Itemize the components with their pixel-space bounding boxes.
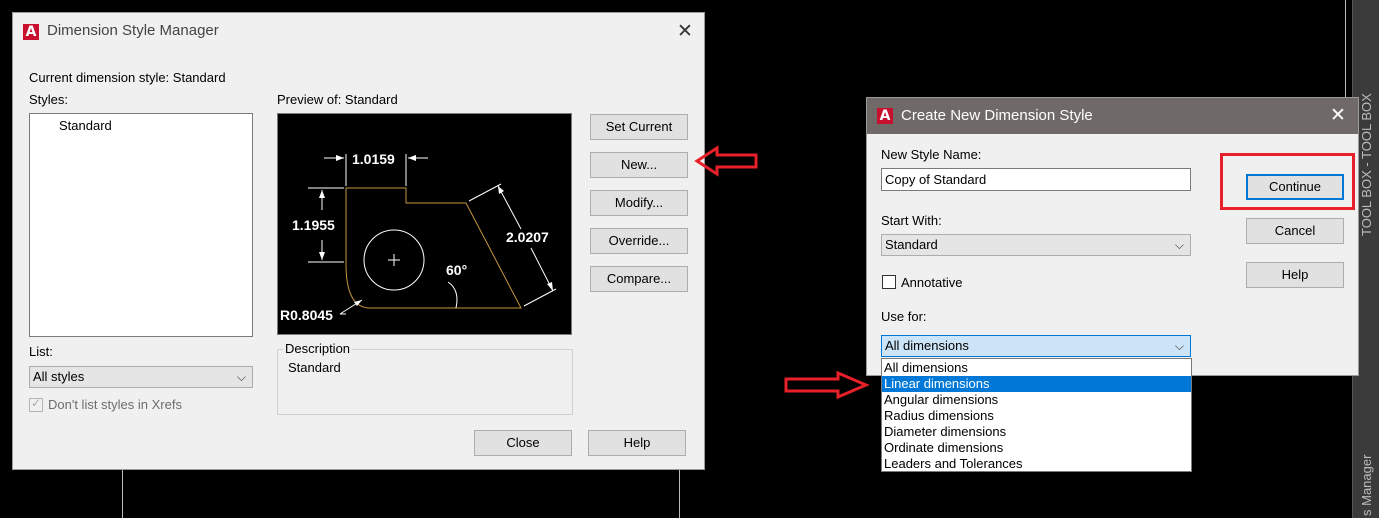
canvas-line — [122, 470, 123, 518]
use-for-label: Use for: — [881, 309, 927, 324]
dim-angle-text: 60° — [446, 262, 467, 278]
start-with-value: Standard — [885, 237, 938, 252]
canvas-line — [1345, 0, 1346, 100]
list-filter-select[interactable]: All styles ⌵ — [29, 366, 253, 388]
use-for-option-angular[interactable]: Angular dimensions — [882, 392, 1191, 408]
new-style-name-label: New Style Name: — [881, 147, 982, 162]
dim-diag-text: 2.0207 — [506, 229, 549, 245]
canvas-line — [679, 470, 680, 518]
use-for-option-diameter[interactable]: Diameter dimensions — [882, 424, 1191, 440]
list-filter-value: All styles — [33, 369, 85, 384]
styles-label: Styles: — [29, 92, 69, 107]
use-for-option-radius[interactable]: Radius dimensions — [882, 408, 1191, 424]
dialog-title: Create New Dimension Style — [901, 107, 1093, 124]
new-style-name-input[interactable]: Copy of Standard — [881, 168, 1191, 191]
use-for-select[interactable]: All dimensions ⌵ — [881, 335, 1191, 357]
tool-box-label: TOOL BOX - TOOL BOX — [1359, 93, 1374, 236]
compare-button[interactable]: Compare... — [590, 266, 688, 292]
style-item-standard[interactable]: Standard — [59, 118, 112, 133]
red-arrow-annotation — [784, 370, 870, 400]
list-label: List: — [29, 344, 53, 359]
modify-button[interactable]: Modify... — [590, 190, 688, 216]
dim-radius-text: R0.8045 — [280, 307, 333, 323]
override-button[interactable]: Override... — [590, 228, 688, 254]
chevron-down-icon: ⌵ — [236, 370, 246, 384]
dim-left-text: 1.1955 — [292, 217, 335, 233]
annotative-label: Annotative — [901, 275, 963, 290]
styles-list[interactable]: Standard — [29, 113, 253, 337]
manager-label: s Manager — [1359, 454, 1374, 516]
red-highlight-box — [1220, 153, 1355, 210]
preview-canvas: 1.0159 1.1955 2.0207 60° R0.8045 — [277, 113, 572, 335]
chevron-down-icon: ⌵ — [1174, 339, 1184, 353]
description-value: Standard — [288, 360, 341, 375]
set-current-button[interactable]: Set Current — [590, 114, 688, 140]
preview-label: Preview of: Standard — [277, 92, 398, 107]
dont-list-xrefs-label: Don't list styles in Xrefs — [48, 397, 182, 412]
use-for-dropdown-list[interactable]: All dimensions Linear dimensions Angular… — [881, 358, 1192, 472]
autocad-logo-icon: A — [877, 108, 893, 124]
start-with-label: Start With: — [881, 213, 942, 228]
new-button[interactable]: New... — [590, 152, 688, 178]
current-style-label: Current dimension style: Standard — [29, 70, 226, 85]
help-button[interactable]: Help — [588, 430, 686, 456]
close-icon[interactable]: ✕ — [1330, 106, 1346, 125]
cancel-button[interactable]: Cancel — [1246, 218, 1344, 244]
use-for-option-ordinate[interactable]: Ordinate dimensions — [882, 440, 1191, 456]
dim-top-text: 1.0159 — [352, 151, 395, 167]
use-for-option-leaders[interactable]: Leaders and Tolerances — [882, 456, 1191, 472]
description-group — [277, 349, 573, 415]
autocad-logo-icon: A — [23, 24, 39, 40]
title-bar[interactable]: A Dimension Style Manager ✕ — [13, 13, 704, 49]
close-icon[interactable]: ✕ — [677, 22, 693, 41]
chevron-down-icon: ⌵ — [1174, 238, 1184, 252]
use-for-option-all[interactable]: All dimensions — [882, 360, 1191, 376]
description-label: Description — [283, 341, 353, 356]
create-new-dimension-style-dialog: A Create New Dimension Style ✕ New Style… — [866, 97, 1359, 376]
check-icon: ✓ — [31, 396, 42, 410]
help-button[interactable]: Help — [1246, 262, 1344, 288]
dont-list-xrefs-checkbox[interactable]: ✓ — [29, 396, 43, 412]
title-bar[interactable]: A Create New Dimension Style ✕ — [867, 98, 1358, 134]
dimension-style-manager-dialog: A Dimension Style Manager ✕ Current dime… — [12, 12, 705, 470]
close-button[interactable]: Close — [474, 430, 572, 456]
use-for-value: All dimensions — [885, 338, 969, 353]
preview-drawing: 1.0159 1.1955 2.0207 60° R0.8045 — [280, 151, 557, 323]
start-with-select[interactable]: Standard ⌵ — [881, 234, 1191, 256]
red-arrow-annotation — [694, 145, 758, 177]
annotative-checkbox[interactable] — [882, 275, 896, 289]
use-for-option-linear[interactable]: Linear dimensions — [882, 376, 1191, 392]
dialog-title: Dimension Style Manager — [47, 22, 219, 39]
